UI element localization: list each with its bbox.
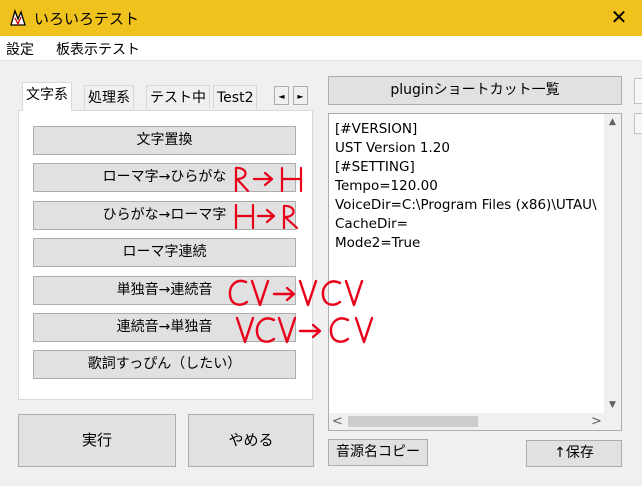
cancel-button[interactable]: やめる <box>188 414 314 467</box>
editor-line: UST Version 1.20 <box>335 140 450 156</box>
menu-board-display-test[interactable]: 板表示テスト <box>56 39 140 59</box>
menu-settings[interactable]: 設定 <box>6 39 34 59</box>
tab-characters[interactable]: 文字系 <box>22 82 72 111</box>
scroll-corner <box>603 412 621 430</box>
editor-line: Tempo=120.00 <box>335 178 438 194</box>
romaji-continuous-button[interactable]: ローマ字連続 <box>33 238 296 267</box>
plugin-shortcut-list-button[interactable]: pluginショートカット一覧 <box>328 76 622 105</box>
vertical-scrollbar[interactable]: ▲ ▼ <box>604 114 621 414</box>
copy-voicebank-name-button[interactable]: 音源名コピー <box>328 439 428 466</box>
editor-content: [#VERSION] UST Version 1.20 [#SETTING] T… <box>335 120 597 253</box>
save-button[interactable]: ↑保存 <box>526 440 622 467</box>
horizontal-scroll-thumb[interactable] <box>348 416 478 427</box>
lyrics-plain-button[interactable]: 歌詞すっぴん（したい） <box>33 350 296 379</box>
menu-bar: 設定 板表示テスト <box>0 36 642 61</box>
offscreen-button-edge[interactable] <box>634 113 642 134</box>
continuous-to-single-button[interactable]: 連続音→単独音 <box>33 313 296 342</box>
run-button[interactable]: 実行 <box>18 414 176 467</box>
title-bar: いろいろテスト ✕ <box>0 0 642 36</box>
tab-test2[interactable]: Test2 <box>213 85 258 109</box>
scroll-left-icon[interactable]: < <box>329 413 346 430</box>
editor-line: [#SETTING] <box>335 159 415 175</box>
single-to-continuous-button[interactable]: 単独音→連続音 <box>33 276 296 305</box>
right-arrow-icon: ► <box>297 92 304 101</box>
window-title: いろいろテスト <box>34 10 140 28</box>
offscreen-button-edge[interactable] <box>634 78 642 104</box>
left-arrow-icon: ◄ <box>278 92 285 101</box>
editor-line: CacheDir= <box>335 216 408 232</box>
editor-line: Mode2=True <box>335 235 421 251</box>
app-logo-icon <box>10 8 26 26</box>
romaji-to-hiragana-button[interactable]: ローマ字→ひらがな <box>33 163 296 192</box>
scroll-up-icon[interactable]: ▲ <box>604 114 621 131</box>
editor-line: [#VERSION] <box>335 121 418 137</box>
tab-testing[interactable]: テスト中 <box>146 85 210 109</box>
tab-scroll-left-button[interactable]: ◄ <box>274 86 289 105</box>
hiragana-to-romaji-button[interactable]: ひらがな→ローマ字 <box>33 201 296 230</box>
ust-text-area[interactable]: [#VERSION] UST Version 1.20 [#SETTING] T… <box>328 113 622 431</box>
close-button[interactable]: ✕ <box>596 0 642 36</box>
editor-line: VoiceDir=C:\Program Files (x86)\UTAU\v <box>335 197 597 213</box>
close-icon: ✕ <box>610 5 628 29</box>
text-replace-button[interactable]: 文字置換 <box>33 126 296 155</box>
tab-scroll-right-button[interactable]: ► <box>293 86 308 105</box>
tab-processing[interactable]: 処理系 <box>84 85 134 109</box>
horizontal-scrollbar[interactable]: < > <box>329 413 605 430</box>
